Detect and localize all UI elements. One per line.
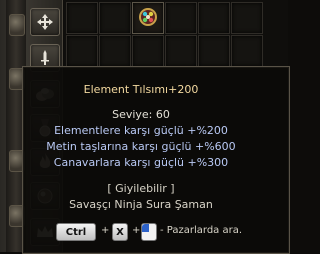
inventory-slot[interactable] xyxy=(231,2,263,34)
item-name: Element Tılsımı+200 xyxy=(83,83,199,96)
move-arrows-icon[interactable] xyxy=(30,8,60,36)
inventory-slot[interactable] xyxy=(198,2,230,34)
mouse-icon xyxy=(141,223,157,241)
inventory-slot[interactable] xyxy=(66,2,98,34)
item-bonus: Metin taşlarına karşı güçlü +%600 xyxy=(46,140,236,153)
x-key: X xyxy=(112,223,128,241)
inventory-slot[interactable] xyxy=(165,2,197,34)
wearable-label: [ Giyilebilir ] xyxy=(107,182,175,195)
inventory-slot[interactable] xyxy=(231,35,263,67)
rail-knob xyxy=(9,14,25,36)
talisman-item-icon xyxy=(139,8,157,26)
inventory-slot[interactable] xyxy=(165,35,197,67)
item-level: Seviye: 60 xyxy=(112,108,170,121)
inventory-slot[interactable] xyxy=(66,35,98,67)
item-bonus: Elementlere karşı güçlü +%200 xyxy=(54,124,228,137)
inventory-slot[interactable] xyxy=(99,35,131,67)
shortcut-hint: - Pazarlarda ara. xyxy=(160,225,243,236)
item-bonus: Canavarlara karşı güçlü +%300 xyxy=(53,156,229,169)
plus-sign: + xyxy=(132,225,141,236)
class-list: Savaşçı Ninja Sura Şaman xyxy=(69,198,213,211)
inventory-grid xyxy=(64,0,288,70)
inventory-slot[interactable] xyxy=(198,35,230,67)
inventory-slot[interactable] xyxy=(99,2,131,34)
ctrl-key: Ctrl xyxy=(56,223,96,241)
inventory-slot[interactable] xyxy=(132,35,164,67)
inventory-slot-selected[interactable] xyxy=(132,2,164,34)
plus-sign: + xyxy=(101,225,110,236)
